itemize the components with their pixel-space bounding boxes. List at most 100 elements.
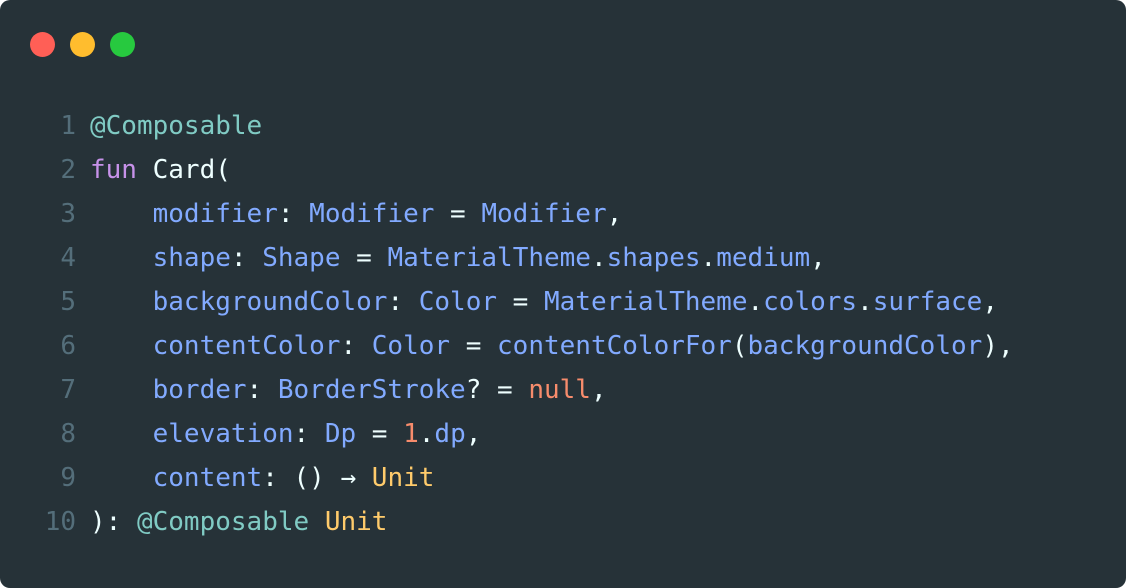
code-token-punct: , [982, 287, 998, 317]
code-token-punct [90, 419, 153, 449]
code-token-punct: ), [982, 331, 1014, 361]
code-token-punct: ): [90, 507, 137, 537]
code-token-name: Card [152, 155, 216, 185]
code-text: modifier: Modifier = Modifier, [90, 192, 623, 236]
code-token-type: MaterialTheme [387, 243, 591, 273]
code-text: fun Card( [90, 148, 231, 192]
code-token-punct: , [465, 419, 482, 449]
line-number: 8 [60, 419, 76, 449]
code-token-null: null [528, 375, 591, 405]
code-token-punct: . [700, 243, 717, 273]
code-token-punct: : [230, 243, 263, 273]
code-token-type: Modifier [481, 199, 607, 229]
line-number: 3 [60, 199, 76, 229]
line-number: 10 [44, 507, 76, 537]
code-token-type: Modifier [309, 199, 435, 229]
code-token-type: shapes [606, 243, 701, 273]
code-token-type: Color [371, 331, 451, 361]
code-token-punct [309, 507, 325, 537]
code-token-type: Dp [324, 419, 357, 449]
code-token-param: shape [152, 243, 231, 273]
code-token-punct: . [747, 287, 764, 317]
minimize-button[interactable] [70, 32, 95, 57]
code-token-type: dp [434, 419, 466, 449]
code-token-punct: : () [262, 463, 341, 493]
code-window: 1 @Composable 2 fun Card(3 modifier: Modifi… [0, 0, 1126, 588]
code-token-punct: = [340, 243, 388, 273]
code-line: 4 shape: Shape = MaterialTheme.shapes.me… [30, 236, 1014, 280]
code-text: border: BorderStroke? = null, [90, 368, 607, 412]
code-token-punct [90, 243, 153, 273]
line-number: 4 [60, 243, 76, 273]
code-line: 2 fun Card( [30, 148, 1014, 192]
code-token-punct: , [810, 243, 826, 273]
code-token-keyword: fun [90, 155, 137, 185]
code-token-punct [137, 155, 153, 185]
code-token-param: elevation [152, 419, 294, 449]
line-number: 9 [60, 463, 76, 493]
code-text: elevation: Dp = 1.dp, [90, 412, 482, 456]
code-token-punct [90, 199, 153, 229]
code-token-punct [356, 463, 372, 493]
code-token-punct: . [418, 419, 435, 449]
maximize-button[interactable] [110, 32, 135, 57]
code-token-type: Color [418, 287, 498, 317]
code-token-param: border [152, 375, 247, 405]
code-token-punct: , [590, 375, 607, 405]
code-token-punct [90, 331, 153, 361]
code-token-punct: : [387, 287, 419, 317]
code-line: 10): @Composable Unit [30, 500, 1014, 544]
code-line: 1 @Composable [30, 104, 1014, 148]
code-token-unit: Unit [371, 463, 435, 493]
code-token-punct [90, 463, 153, 493]
code-token-type: surface [872, 287, 983, 317]
code-token-type: MaterialTheme [544, 287, 748, 317]
code-token-punct: , [606, 199, 623, 229]
code-token-punct [90, 287, 153, 317]
code-token-arrow: → [340, 463, 357, 493]
code-line: 3 modifier: Modifier = Modifier, [30, 192, 1014, 236]
code-line: 9 content: () → Unit [30, 456, 1014, 500]
code-token-punct: : [246, 375, 278, 405]
code-token-type: contentColorFor [497, 331, 732, 361]
code-text: ): @Composable Unit [90, 500, 387, 544]
code-text: contentColor: Color = contentColorFor(ba… [90, 324, 1014, 368]
code-line: 7 border: BorderStroke? = null, [30, 368, 1014, 412]
code-token-type: Shape [262, 243, 341, 273]
code-token-param: backgroundColor [152, 287, 388, 317]
code-token-punct [90, 375, 153, 405]
code-block: 1 @Composable 2 fun Card(3 modifier: Modifi… [30, 104, 1014, 544]
code-token-punct: ( [731, 331, 748, 361]
code-token-unit: Unit [324, 507, 388, 537]
code-token-type: backgroundColor [747, 331, 983, 361]
code-token-punct: = [434, 199, 482, 229]
code-token-punct: = [497, 287, 544, 317]
code-token-punct: . [590, 243, 607, 273]
code-text: content: () → Unit [90, 456, 435, 500]
code-token-punct: ? = [465, 375, 529, 405]
code-token-annotation: @Composable [136, 507, 310, 537]
code-text: shape: Shape = MaterialTheme.shapes.medi… [90, 236, 826, 280]
code-text: @Composable [90, 104, 262, 148]
line-number: 2 [60, 155, 76, 185]
code-line: 8 elevation: Dp = 1.dp, [30, 412, 1014, 456]
code-token-type: medium [716, 243, 811, 273]
line-number: 5 [60, 287, 76, 317]
close-button[interactable] [30, 32, 55, 57]
code-token-punct: = [356, 419, 404, 449]
code-line: 6 contentColor: Color = contentColorFor(… [30, 324, 1014, 368]
code-text: backgroundColor: Color = MaterialTheme.c… [90, 280, 998, 324]
code-token-punct: ( [215, 155, 231, 185]
code-token-punct: : [340, 331, 372, 361]
code-token-annotation: @Composable [90, 111, 263, 141]
code-token-punct: : [277, 199, 310, 229]
code-token-param: content [152, 463, 263, 493]
line-number: 7 [60, 375, 76, 405]
code-token-punct: . [857, 287, 873, 317]
window-controls [30, 32, 135, 57]
code-token-param: modifier [152, 199, 278, 229]
code-line: 5 backgroundColor: Color = MaterialTheme… [30, 280, 1014, 324]
code-token-type: BorderStroke [277, 375, 466, 405]
code-token-number: 1 [403, 419, 419, 449]
code-token-punct: = [450, 331, 498, 361]
